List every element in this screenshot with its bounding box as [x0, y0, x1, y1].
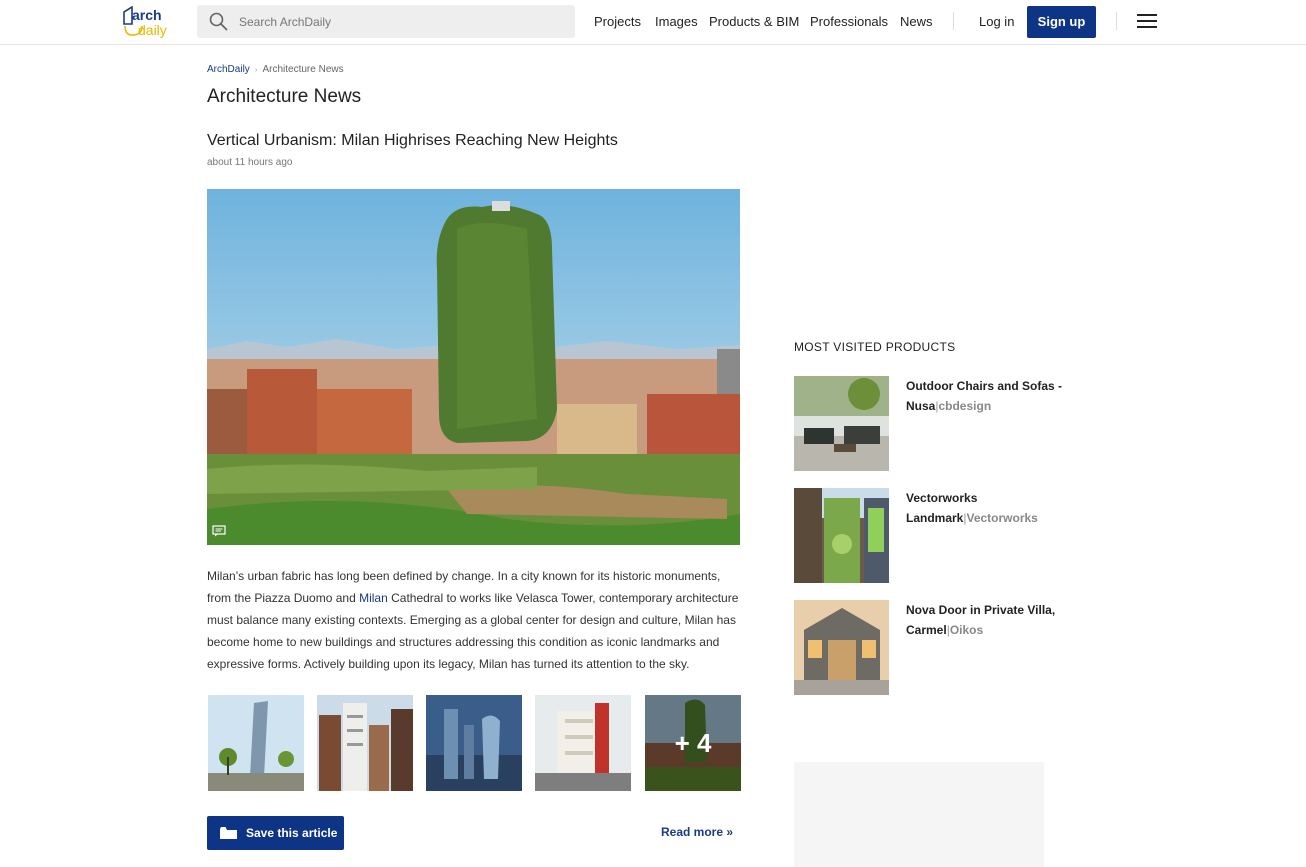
- page-title: Architecture News: [207, 86, 362, 107]
- article-timestamp: about 11 hours ago: [207, 157, 293, 168]
- product-image: [794, 488, 889, 583]
- logo-line-daily: daily: [138, 22, 167, 38]
- search-bar: [197, 5, 575, 38]
- nav-projects[interactable]: Projects: [594, 14, 641, 29]
- search-icon[interactable]: [209, 12, 228, 31]
- breadcrumb-separator-icon: ›: [254, 65, 258, 74]
- logo-line-arch: arch: [132, 7, 162, 23]
- gallery-thumb-more[interactable]: + 4: [645, 695, 741, 791]
- save-article-button[interactable]: Save this article: [207, 816, 344, 850]
- breadcrumb: ArchDaily › Architecture News: [207, 64, 344, 75]
- caption-comment-icon[interactable]: [212, 525, 226, 537]
- folder-icon: [220, 827, 237, 839]
- hero-photo: [207, 189, 740, 545]
- nav-professionals[interactable]: Professionals: [810, 14, 888, 29]
- product-card[interactable]: Nova Door in Private Villa, Carmel|Oikos: [794, 600, 1094, 695]
- top-header: arch daily Projects Images Products & BI…: [0, 0, 1306, 45]
- article-title[interactable]: Vertical Urbanism: Milan Highrises Reach…: [207, 132, 618, 150]
- signup-button[interactable]: Sign up: [1027, 6, 1096, 38]
- gallery-thumb[interactable]: [426, 695, 522, 791]
- save-article-label: Save this article: [246, 826, 338, 840]
- gallery-thumb[interactable]: [208, 695, 304, 791]
- product-card[interactable]: Vectorworks Landmark|Vectorworks: [794, 488, 1094, 583]
- login-link[interactable]: Log in: [979, 14, 1014, 29]
- product-title: Vectorworks Landmark|Vectorworks: [906, 491, 1038, 525]
- read-more-link[interactable]: Read more »: [661, 825, 733, 839]
- hamburger-menu-icon[interactable]: [1137, 14, 1157, 29]
- breadcrumb-home[interactable]: ArchDaily: [207, 64, 250, 75]
- article-excerpt: Milan’s urban fabric has long been defin…: [207, 565, 747, 675]
- nav-divider: [953, 12, 954, 30]
- nav-images[interactable]: Images: [655, 14, 698, 29]
- nav-news[interactable]: News: [900, 14, 933, 29]
- breadcrumb-current: Architecture News: [262, 64, 344, 75]
- product-title: Nova Door in Private Villa, Carmel|Oikos: [906, 603, 1056, 637]
- search-input[interactable]: [239, 5, 559, 38]
- gallery-thumb[interactable]: [317, 695, 413, 791]
- product-image: [794, 376, 889, 471]
- excerpt-milan-link[interactable]: Milan: [359, 591, 388, 605]
- product-title: Outdoor Chairs and Sofas - Nusa|cbdesign: [906, 379, 1063, 413]
- gallery-thumbnails: + 4: [208, 695, 741, 791]
- nav-products-bim[interactable]: Products & BIM: [709, 14, 799, 29]
- product-brand: Oikos: [949, 623, 984, 637]
- article-hero-image[interactable]: [207, 189, 740, 545]
- product-image: [794, 600, 889, 695]
- most-visited-products-heading: MOST VISITED PRODUCTS: [794, 340, 956, 354]
- product-brand: cbdesign: [938, 399, 992, 413]
- gallery-thumb[interactable]: [535, 695, 631, 791]
- product-card[interactable]: Outdoor Chairs and Sofas - Nusa|cbdesign: [794, 376, 1094, 471]
- more-images-count: + 4: [645, 695, 741, 791]
- ad-placeholder: [794, 762, 1044, 867]
- nav-divider-2: [1116, 12, 1117, 30]
- archdaily-logo[interactable]: arch daily: [122, 5, 180, 39]
- logo-text: arch daily: [132, 8, 167, 38]
- product-brand: Vectorworks: [966, 511, 1038, 525]
